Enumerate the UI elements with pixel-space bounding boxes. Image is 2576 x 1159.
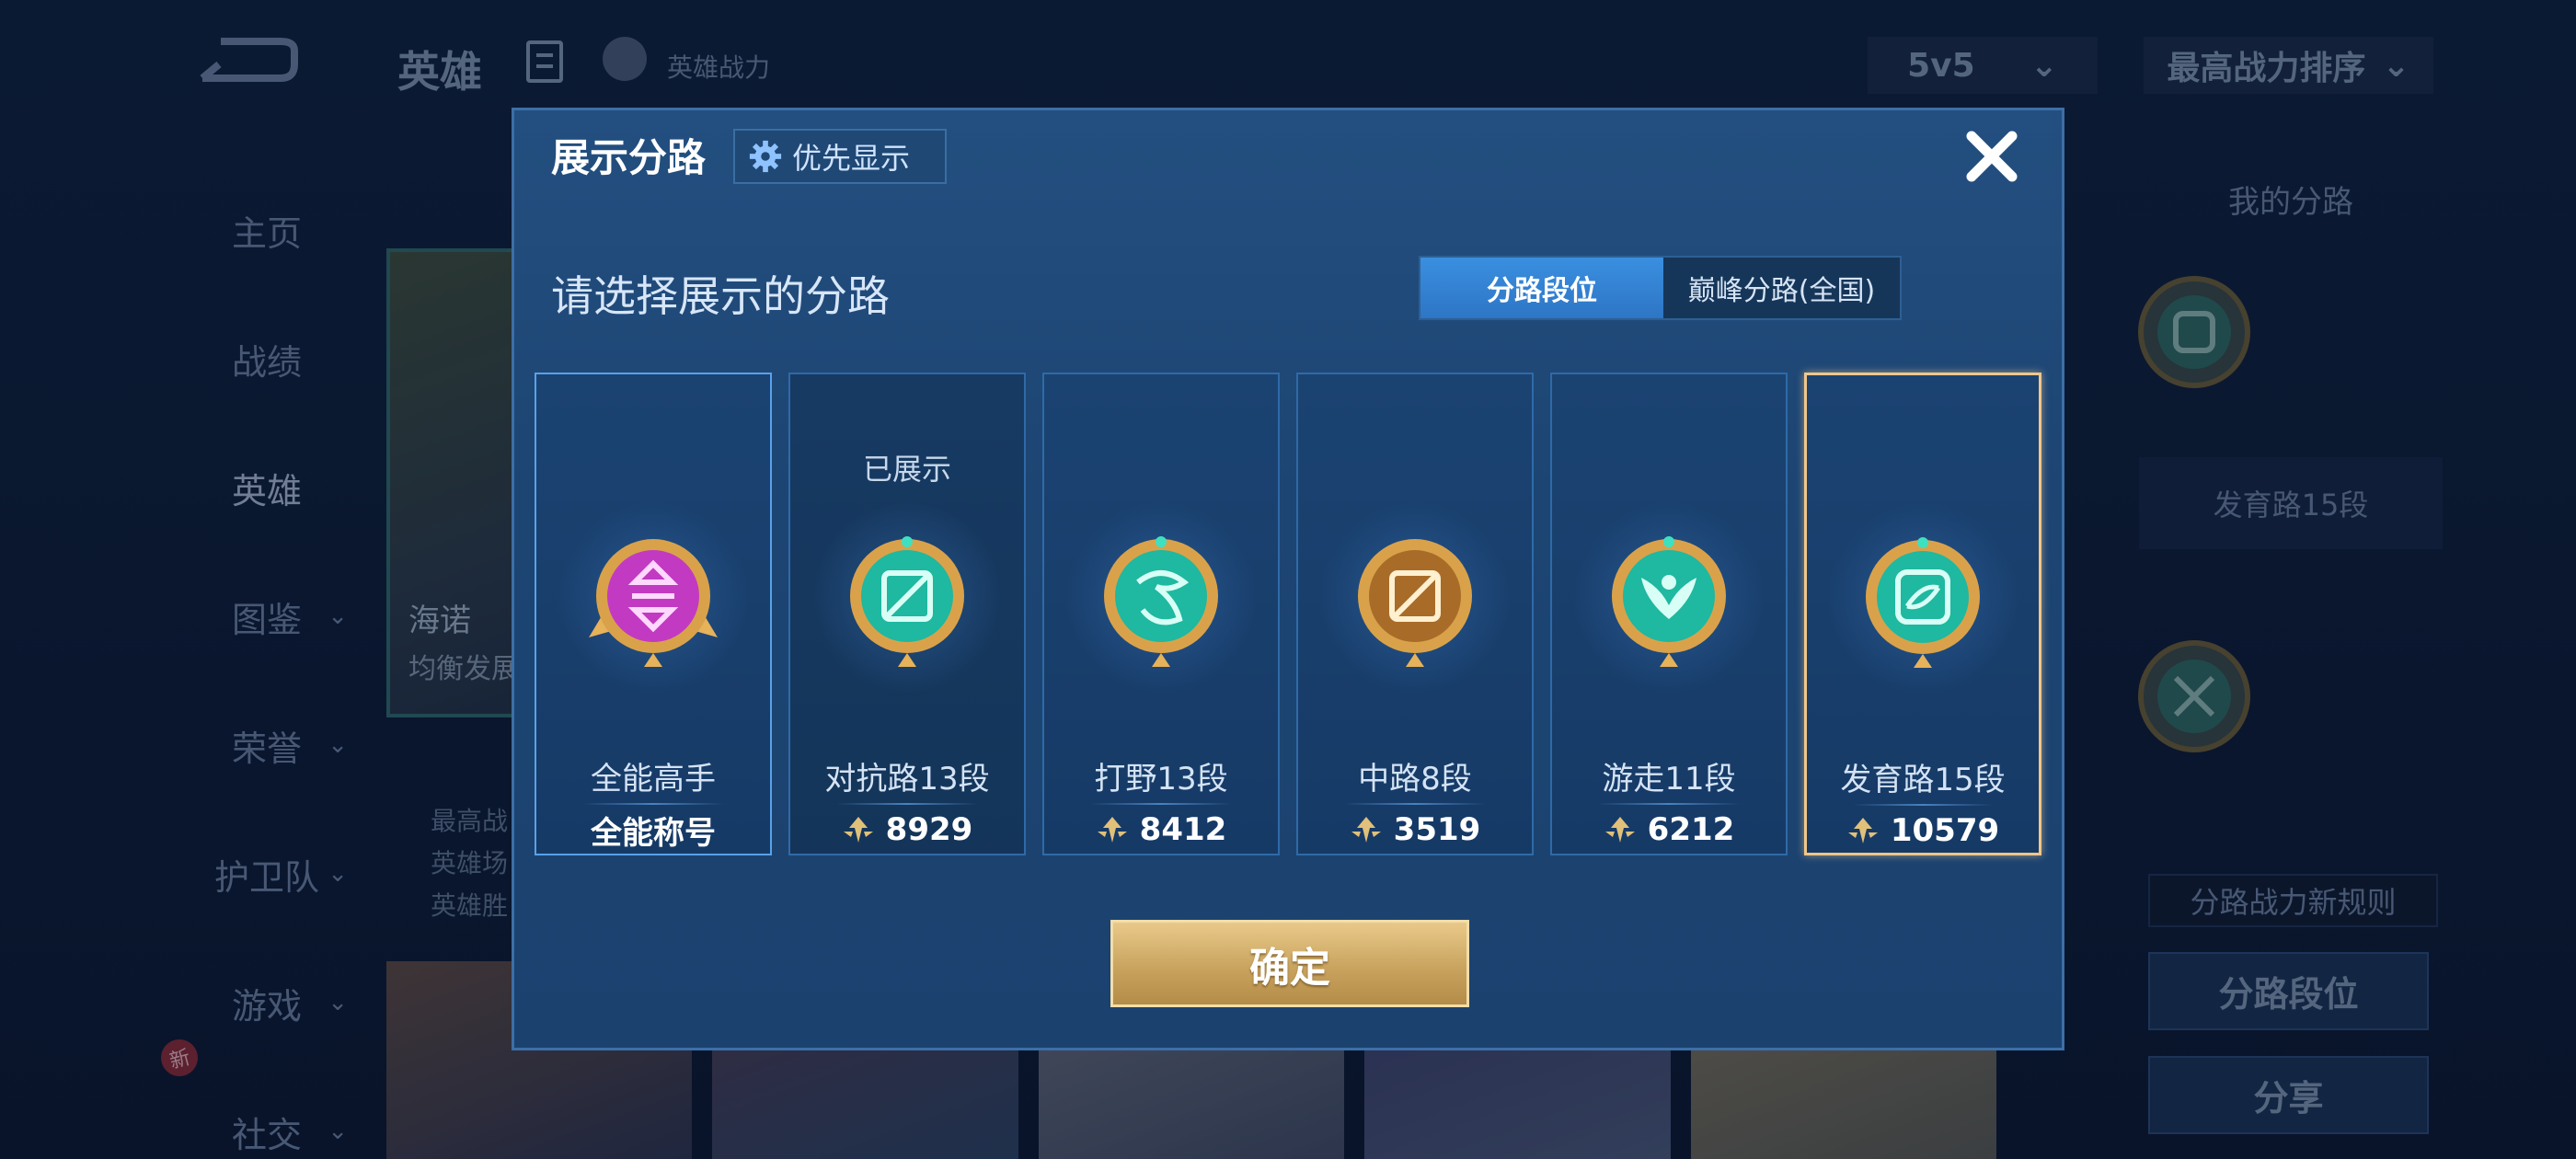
divider <box>1598 803 1740 805</box>
power-icon <box>1604 817 1635 843</box>
lane-card-list: 全能高手 全能称号 已展示 对抗路13段 8929 打野13段 8412 中路8… <box>535 373 2043 855</box>
lane-card-farm[interactable]: 发育路15段 10579 <box>1804 373 2041 855</box>
mid-lane-badge-icon <box>1358 539 1472 667</box>
displayed-tag: 已展示 <box>862 452 951 487</box>
farm-lane-badge-icon <box>1866 537 1980 668</box>
badge-glow <box>1318 501 1512 694</box>
tab-peak-lane[interactable]: 巅峰分路(全国) <box>1663 258 1900 318</box>
power-icon <box>843 817 873 843</box>
divider <box>1853 804 1993 806</box>
lane-card-power: 10579 <box>1807 808 2039 854</box>
display-lane-modal: 展示分路 优先显示 请选择展示的分路 分路段位 巅峰分路(全国) 全能高手 全能… <box>512 108 2064 1050</box>
lane-card-power: 8929 <box>790 807 1024 853</box>
all-round-badge-icon <box>589 539 718 667</box>
lane-card-name: 全能高手 <box>591 761 716 798</box>
clash-lane-badge-icon <box>850 536 964 667</box>
lane-card-power: 8412 <box>1044 807 1278 853</box>
badge-glow <box>1064 501 1258 694</box>
lane-card-jungle[interactable]: 打野13段 8412 <box>1042 373 1280 855</box>
lane-mode-tabs: 分路段位 巅峰分路(全国) <box>1419 256 1902 320</box>
lane-card-mid[interactable]: 中路8段 3519 <box>1296 373 1534 855</box>
lane-card-power: 6212 <box>1552 807 1786 853</box>
lane-card-clash[interactable]: 已展示 对抗路13段 8929 <box>788 373 1026 855</box>
lane-card-name: 游走11段 <box>1602 761 1736 798</box>
modal-title: 展示分路 <box>551 135 707 180</box>
divider <box>582 803 724 805</box>
lane-card-power: 3519 <box>1298 807 1532 853</box>
power-icon <box>1097 817 1127 843</box>
lane-card-name: 中路8段 <box>1358 761 1472 798</box>
lane-card-power-value: 3519 <box>1393 811 1481 848</box>
lane-card-roam[interactable]: 游走11段 6212 <box>1550 373 1788 855</box>
lane-card-power-value: 6212 <box>1647 811 1735 848</box>
lane-card-power-value: 8929 <box>885 811 973 848</box>
power-icon <box>1351 817 1381 843</box>
badge-glow <box>1572 501 1765 694</box>
lane-card-all-round[interactable]: 全能高手 全能称号 <box>535 373 772 855</box>
lane-card-title-value: 全能称号 <box>591 814 716 852</box>
priority-display-button[interactable]: 优先显示 <box>733 129 947 184</box>
lane-card-power-value: 10579 <box>1890 812 2000 849</box>
lane-card-power-value: 8412 <box>1139 811 1227 848</box>
tab-lane-rank[interactable]: 分路段位 <box>1420 258 1663 318</box>
modal-subtitle: 请选择展示的分路 <box>551 271 890 321</box>
power-icon <box>1847 818 1878 843</box>
badge-glow <box>811 501 1004 694</box>
divider <box>1090 803 1232 805</box>
badge-glow <box>557 501 750 694</box>
jungle-badge-icon <box>1104 536 1218 667</box>
lane-card-name: 对抗路13段 <box>824 761 990 798</box>
close-icon[interactable] <box>1959 123 2025 189</box>
priority-display-label: 优先显示 <box>792 141 911 176</box>
confirm-button[interactable]: 确定 <box>1110 920 1469 1007</box>
divider <box>1344 803 1486 805</box>
lane-card-name: 发育路15段 <box>1840 762 2006 798</box>
lane-card-name: 打野13段 <box>1094 761 1228 798</box>
gear-icon <box>749 140 782 173</box>
roam-badge-icon <box>1612 536 1726 667</box>
badge-glow <box>1826 502 2019 695</box>
divider <box>836 803 978 805</box>
